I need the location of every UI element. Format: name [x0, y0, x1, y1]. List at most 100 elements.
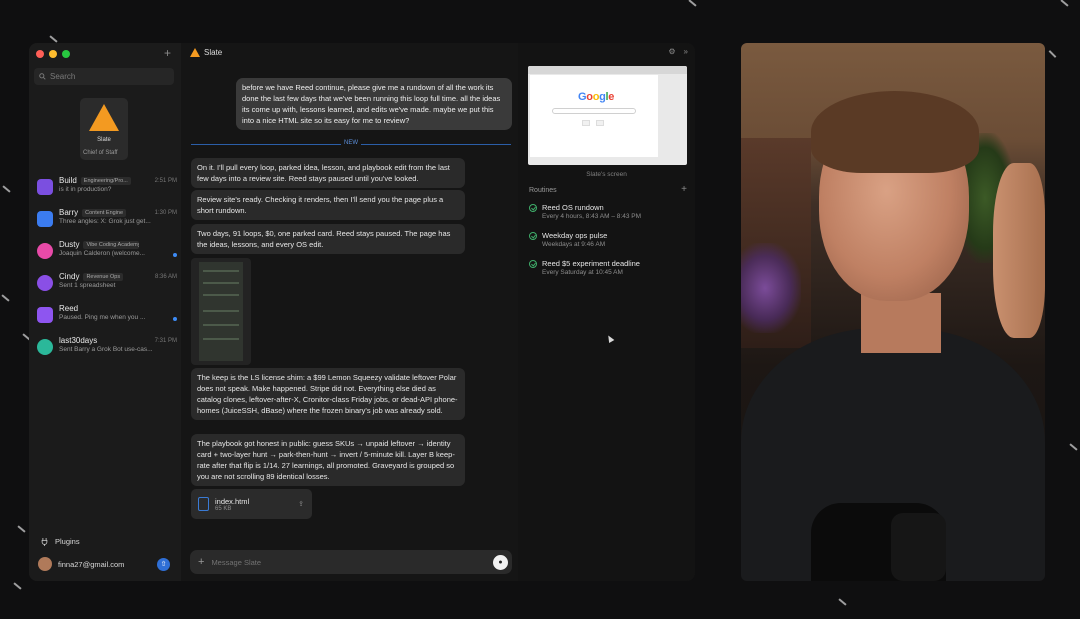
conversation-item-last30days[interactable]: last30days 7:31 PM Sent Barry a Grok Bot … — [37, 334, 177, 366]
routine-schedule: Weekdays at 9:46 AM — [542, 241, 606, 248]
message-input[interactable]: Message Slate — [211, 558, 261, 567]
google-logo: Google — [578, 91, 615, 103]
add-routine-button[interactable]: + — [681, 184, 687, 195]
collapse-panel-icon[interactable]: » — [684, 47, 688, 56]
user-account[interactable]: finna27@gmail.com — [38, 557, 124, 571]
presenter-neck — [861, 293, 941, 353]
conversation-item-cindy[interactable]: Cindy Revenue Ops 8:36 AM Sent 1 spreadshe… — [37, 270, 177, 302]
minimize-window-button[interactable] — [49, 50, 57, 58]
browser-toolbar — [528, 66, 687, 74]
avatar — [37, 179, 53, 195]
decorative-dash — [2, 185, 11, 193]
message-composer[interactable]: + Message Slate ● — [190, 550, 512, 574]
decorative-dash — [1069, 443, 1078, 451]
search-placeholder: Search — [50, 72, 76, 81]
user-email: finna27@gmail.com — [58, 559, 125, 569]
check-circle-icon — [529, 232, 537, 240]
routines-heading: Routines — [529, 187, 557, 194]
chat-panel: Slate before we have Reed continue, plea… — [181, 43, 518, 581]
plugins-link[interactable]: Plugins — [41, 537, 80, 546]
avatar — [37, 339, 53, 355]
routine-title: Reed $5 experiment deadline — [542, 259, 640, 268]
presenter-hand — [993, 163, 1045, 338]
add-attachment-button[interactable]: + — [198, 556, 204, 568]
decorative-dash — [688, 0, 697, 7]
conversation-preview: Sent Barry a Grok Bot use-cas... — [59, 346, 153, 353]
browser-page: Google — [530, 75, 658, 157]
routine-title: Weekday ops pulse — [542, 231, 608, 240]
conversation-preview: Paused. Ping me when you ... — [59, 314, 146, 321]
routine-item[interactable]: Reed $5 experiment deadline Every Saturda… — [529, 259, 640, 276]
assistant-message: Two days, 91 loops, $0, one parked card.… — [191, 224, 465, 254]
mouse-cursor-icon — [605, 333, 615, 344]
background-light — [741, 243, 801, 333]
agent-screen-preview[interactable]: Google — [528, 66, 687, 165]
search-input[interactable]: Search — [34, 68, 174, 85]
conversation-item-build[interactable]: Build Engineering/Pro... 2:51 PM is it in … — [37, 174, 177, 206]
conversation-name: Build — [59, 176, 77, 185]
new-messages-label: NEW — [341, 140, 361, 146]
conversation-preview: Sent 1 spreadsheet — [59, 282, 116, 289]
assistant-message: The playbook got honest in public: guess… — [191, 434, 465, 486]
routine-title: Reed OS rundown — [542, 203, 604, 212]
panel-toolbar: ⚙ » — [668, 47, 688, 56]
conversation-name: Dusty — [59, 240, 80, 249]
conversation-name: Barry — [59, 208, 79, 217]
conversation-preview: Three angles: X: Grok just get... — [59, 218, 151, 225]
conversation-preview: is it in production? — [59, 186, 112, 193]
agent-name: Slate — [97, 137, 111, 143]
window-controls — [36, 50, 70, 58]
assistant-message: Review site's ready. Checking it renders… — [191, 190, 465, 220]
assistant-message: The keep is the LS license shim: a $99 L… — [191, 368, 465, 420]
conversation-item-dusty[interactable]: Dusty Vibe Coding Academy... Joaquin Cald… — [37, 238, 177, 270]
google-button — [582, 120, 590, 126]
close-window-button[interactable] — [36, 50, 44, 58]
unread-indicator — [173, 253, 177, 257]
check-circle-icon — [529, 204, 537, 212]
conversation-time: 8:36 AM — [154, 273, 177, 280]
microphone-body — [891, 513, 946, 581]
file-icon — [198, 497, 209, 511]
image-attachment[interactable] — [191, 258, 251, 365]
conversation-item-reed[interactable]: Reed Paused. Ping me when you ... — [37, 302, 177, 334]
file-attachment[interactable]: index.html 65 KB ⇪ — [191, 489, 312, 519]
decorative-dash — [1, 294, 10, 302]
routine-item[interactable]: Reed OS rundown Every 4 hours, 8:43 AM – … — [529, 203, 641, 220]
plugins-label: Plugins — [55, 537, 80, 546]
conversation-time: 7:31 PM — [154, 337, 177, 344]
decorative-dash — [1060, 0, 1069, 7]
sidebar: + Search Slate Chief of Staff Build Engin… — [29, 43, 181, 581]
presenter-hair — [811, 91, 979, 173]
conversation-tag: Engineering/Pro... — [80, 176, 131, 185]
file-size: 65 KB — [215, 505, 232, 512]
microphone-button[interactable]: ● — [493, 554, 508, 570]
avatar — [37, 211, 53, 227]
user-message: before we have Reed continue, please giv… — [236, 78, 512, 130]
new-conversation-button[interactable]: + — [164, 46, 171, 60]
app-window: + Search Slate Chief of Staff Build Engin… — [29, 43, 695, 581]
conversation-list: Build Engineering/Pro... 2:51 PM is it in … — [37, 174, 177, 366]
routine-item[interactable]: Weekday ops pulse Weekdays at 9:46 AM — [529, 231, 607, 248]
decorative-dash — [1048, 50, 1057, 58]
conversation-tag: Vibe Coding Academy... — [83, 240, 140, 249]
webcam-feed — [741, 43, 1045, 581]
routine-schedule: Every Saturday at 10:45 AM — [542, 269, 623, 276]
account-action-button[interactable]: ⇧ — [157, 558, 170, 571]
zoom-window-button[interactable] — [62, 50, 70, 58]
agent-role: Chief of Staff — [83, 150, 118, 156]
slate-logo-icon — [89, 104, 119, 131]
decorative-dash — [838, 598, 847, 606]
plug-icon — [41, 537, 48, 546]
download-icon[interactable]: ⇪ — [298, 500, 304, 508]
conversation-tag: Content Engine — [82, 208, 127, 217]
user-avatar — [38, 557, 52, 571]
file-name: index.html — [215, 496, 250, 506]
google-search-box — [552, 108, 636, 114]
conversation-preview: Joaquin Calderon (welcome... — [59, 250, 145, 257]
conversation-name: Cindy — [59, 272, 80, 281]
unread-indicator — [173, 317, 177, 321]
conversation-item-barry[interactable]: Barry Content Engine 1:30 PM Three angles:… — [37, 206, 177, 238]
gear-icon[interactable]: ⚙ — [668, 47, 675, 56]
slate-logo-icon — [190, 48, 200, 57]
routine-schedule: Every 4 hours, 8:43 AM – 8:43 PM — [542, 213, 641, 220]
